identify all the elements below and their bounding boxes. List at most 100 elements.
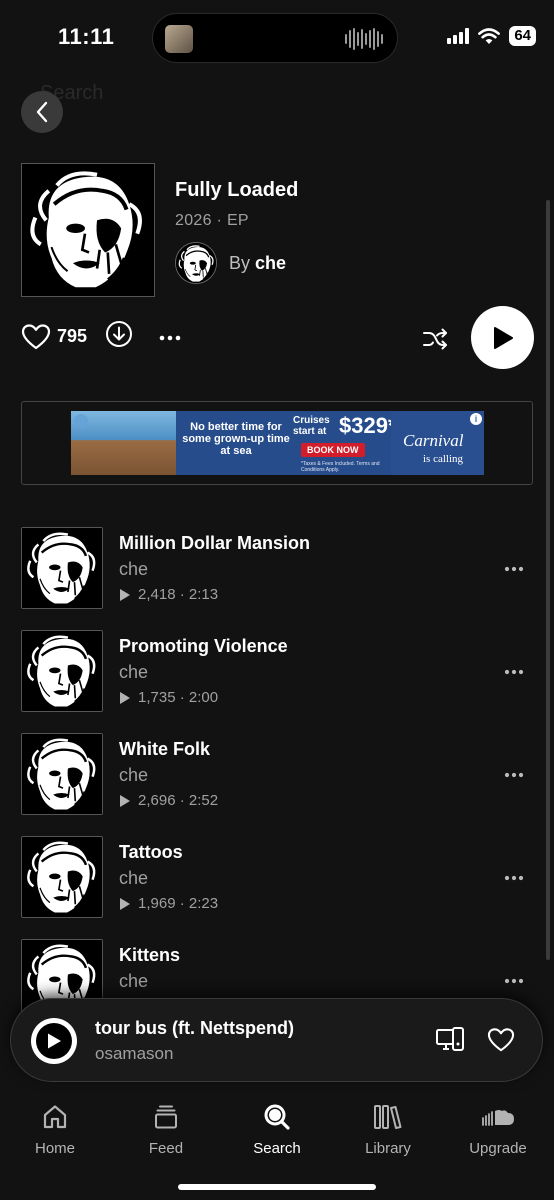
tab-home[interactable]: Home xyxy=(5,1102,105,1157)
play-count-icon xyxy=(120,897,130,910)
cellular-signal-icon xyxy=(447,28,470,44)
mini-player[interactable]: tour bus (ft. Nettspend) osamason xyxy=(10,998,543,1082)
artist-name: che xyxy=(255,252,287,273)
track-more-button[interactable] xyxy=(504,971,524,989)
meta-separator: · xyxy=(216,212,223,229)
wifi-icon xyxy=(478,27,501,44)
dynamic-island[interactable] xyxy=(152,13,398,63)
track-duration: 2:23 xyxy=(188,895,219,912)
tab-label: Upgrade xyxy=(469,1140,527,1157)
like-button[interactable]: 795 xyxy=(21,323,87,351)
track-stats: 2,418 · 2:13 xyxy=(119,586,218,603)
track-artwork xyxy=(21,733,103,815)
track-row[interactable]: Promoting Violence che 1,735 · 2:00 xyxy=(21,630,534,714)
album-year: 2026 xyxy=(175,212,212,229)
by-label: By xyxy=(229,252,251,273)
download-button[interactable] xyxy=(105,320,133,353)
tab-label: Feed xyxy=(148,1140,184,1157)
track-artwork xyxy=(21,527,103,609)
play-album-button[interactable] xyxy=(471,306,534,369)
library-icon xyxy=(374,1105,402,1129)
track-plays: 2,696 xyxy=(138,792,176,809)
home-icon xyxy=(43,1105,67,1129)
search-icon xyxy=(264,1104,290,1130)
chevron-left-icon xyxy=(36,101,48,123)
album-meta: 2026 · EP xyxy=(175,212,249,230)
track-more-button[interactable] xyxy=(504,868,524,886)
mini-player-play-button[interactable] xyxy=(31,1018,77,1064)
play-icon xyxy=(493,326,513,349)
ad-info-icon[interactable]: i xyxy=(470,413,482,425)
battery-indicator: 64 xyxy=(509,26,536,46)
album-actions: 795 xyxy=(21,320,181,353)
track-more-button[interactable] xyxy=(504,662,524,680)
ad-banner[interactable]: No better time for some grown-up time at… xyxy=(71,411,484,475)
track-artwork xyxy=(21,836,103,918)
tab-label: Home xyxy=(34,1140,75,1157)
artist-link[interactable]: By che xyxy=(175,242,286,284)
now-playing-title: tour bus (ft. Nettspend) xyxy=(95,1018,294,1038)
back-button[interactable] xyxy=(21,91,63,133)
tab-library[interactable]: Library xyxy=(338,1102,438,1157)
more-horizontal-icon xyxy=(159,335,181,340)
status-bar: 11:11 64 xyxy=(0,0,554,76)
now-playing-like-button[interactable] xyxy=(487,1027,515,1058)
track-duration: 2:52 xyxy=(188,792,219,809)
track-duration: 2:00 xyxy=(188,689,219,706)
artist-byline: By che xyxy=(229,253,286,274)
track-row[interactable]: White Folk che 2,696 · 2:52 xyxy=(21,733,534,817)
status-time: 11:11 xyxy=(58,24,115,49)
track-row[interactable]: Million Dollar Mansion che 2,418 · 2:13 xyxy=(21,527,534,611)
track-artwork xyxy=(21,630,103,712)
track-more-button[interactable] xyxy=(504,559,524,577)
more-options-button[interactable] xyxy=(159,328,181,346)
album-title: Fully Loaded xyxy=(175,179,299,201)
track-title: Kittens xyxy=(119,945,181,965)
ad-tagline: is calling xyxy=(423,453,464,465)
ad-price: $329* xyxy=(339,413,397,438)
more-horizontal-icon xyxy=(504,978,524,984)
cast-devices-icon xyxy=(436,1027,464,1051)
track-artist: che xyxy=(119,662,149,682)
download-icon xyxy=(106,321,133,347)
ad-container: No better time for some grown-up time at… xyxy=(21,401,533,485)
play-count-icon xyxy=(120,588,130,601)
heart-icon xyxy=(21,323,51,349)
track-stats: 1,969 · 2:23 xyxy=(119,895,218,912)
tab-label: Search xyxy=(253,1140,301,1157)
heart-icon xyxy=(487,1028,515,1052)
like-count: 795 xyxy=(57,326,88,346)
track-row[interactable]: Tattoos che 1,969 · 2:23 xyxy=(21,836,534,920)
scrollbar[interactable] xyxy=(546,200,550,960)
play-icon xyxy=(48,1033,61,1049)
devices-button[interactable] xyxy=(435,1027,465,1058)
ad-headline: No better time for some grown-up time at… xyxy=(182,421,290,457)
track-more-button[interactable] xyxy=(504,765,524,783)
home-indicator xyxy=(178,1184,376,1190)
now-playing-thumbnail xyxy=(165,25,193,53)
artist-avatar xyxy=(175,242,217,284)
album-cover xyxy=(21,163,155,297)
soundcloud-icon xyxy=(482,1110,514,1126)
track-artist: che xyxy=(119,868,149,888)
play-count-icon xyxy=(120,794,130,807)
track-title: Million Dollar Mansion xyxy=(119,533,311,553)
ad-offer-line: Cruises start at xyxy=(293,415,330,437)
tab-label: Library xyxy=(365,1140,411,1157)
waveform-icon xyxy=(345,28,383,50)
ad-fine-print: *Taxes & Fees Included. Terms and Condit… xyxy=(301,461,380,473)
track-stats: 1,735 · 2:00 xyxy=(119,689,218,706)
tab-feed[interactable]: Feed xyxy=(116,1102,216,1157)
shuffle-icon xyxy=(423,328,447,350)
tab-search[interactable]: Search xyxy=(227,1102,327,1157)
shuffle-button[interactable] xyxy=(421,325,449,358)
now-playing-artist: osamason xyxy=(95,1044,174,1063)
more-horizontal-icon xyxy=(504,669,524,675)
ad-cta-button[interactable]: BOOK NOW xyxy=(301,443,365,457)
more-horizontal-icon xyxy=(504,566,524,572)
adchoices-icon[interactable] xyxy=(74,414,88,428)
tab-upgrade[interactable]: Upgrade xyxy=(448,1102,548,1157)
track-plays: 2,418 xyxy=(138,586,176,603)
track-plays: 1,969 xyxy=(138,895,176,912)
track-title: Tattoos xyxy=(119,842,183,862)
